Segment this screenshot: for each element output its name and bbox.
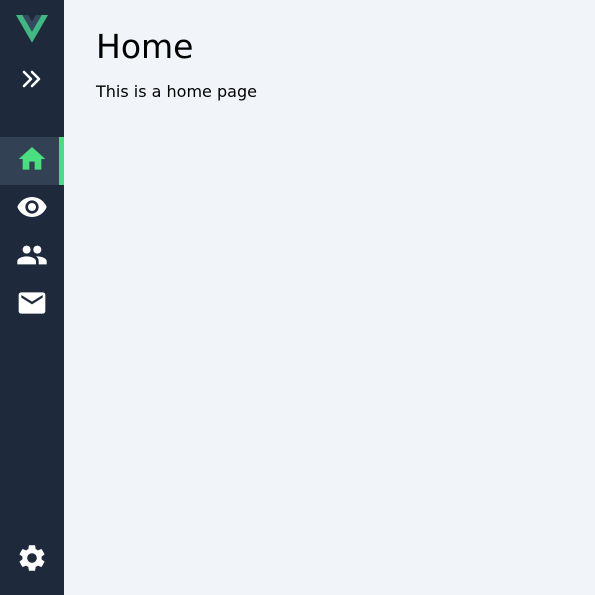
home-icon [16,143,48,179]
sidebar-item-contact[interactable] [0,281,64,329]
eye-icon [16,191,48,227]
page-description: This is a home page [96,82,257,101]
mail-icon [16,287,48,323]
sidebar-item-team[interactable] [0,233,64,281]
app-window: Home This is a home page [0,0,595,595]
sidebar [0,0,64,595]
sidebar-item-about[interactable] [0,185,64,233]
vue-logo-icon[interactable] [16,15,48,43]
page-title: Home [96,27,194,66]
sidebar-nav [0,137,64,329]
sidebar-item-home[interactable] [0,137,64,185]
double-chevron-right-icon[interactable] [20,67,44,91]
people-icon [16,239,48,275]
gear-icon[interactable] [16,542,48,574]
